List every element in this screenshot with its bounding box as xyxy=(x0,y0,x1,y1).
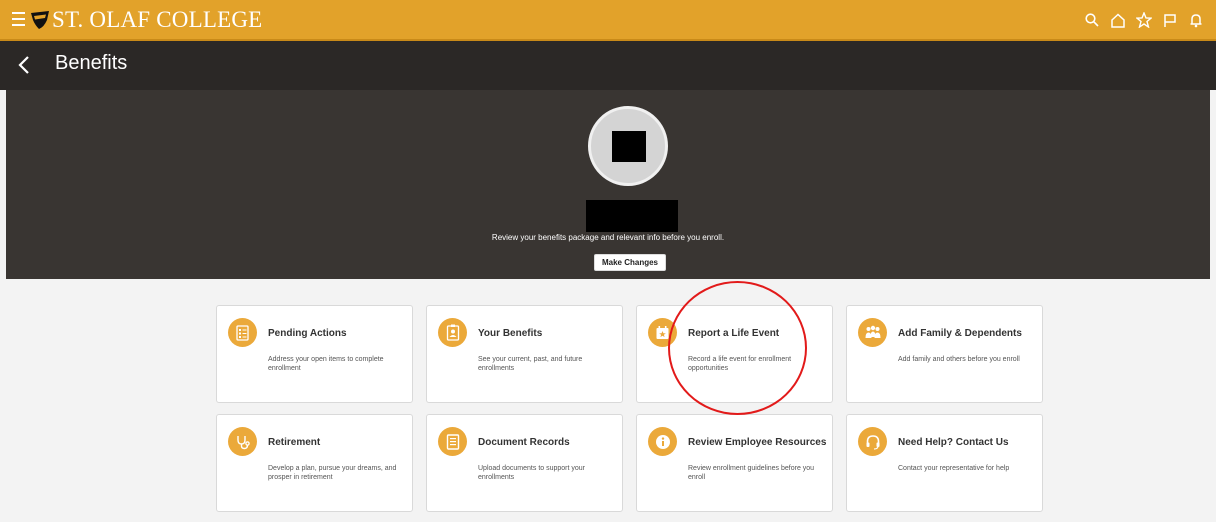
menu-icon[interactable] xyxy=(12,12,25,26)
avatar xyxy=(588,106,668,186)
card-description: Upload documents to support your enrollm… xyxy=(478,465,586,481)
page-header: Benefits xyxy=(0,41,1216,90)
card-title: Pending Actions xyxy=(268,328,347,339)
brand-name[interactable]: ST. OLAF COLLEGE xyxy=(52,7,262,33)
card-description: Record a life event for enrollment oppor… xyxy=(688,356,792,372)
header-actions xyxy=(1082,9,1206,31)
home-icon[interactable] xyxy=(1108,9,1128,31)
card-your-benefits[interactable]: Your Benefits See your current, past, an… xyxy=(426,305,623,403)
id-badge-icon xyxy=(438,318,467,347)
hero-message: Review your benefits package and relevan… xyxy=(491,233,725,242)
shield-logo-icon xyxy=(31,11,49,29)
card-title: Retirement xyxy=(268,437,321,448)
checklist-icon xyxy=(228,318,257,347)
flag-icon[interactable] xyxy=(1160,9,1180,31)
card-title: Your Benefits xyxy=(478,328,543,339)
card-title: Add Family & Dependents xyxy=(898,328,1022,339)
card-description: Add family and others before you enroll xyxy=(898,356,1020,363)
card-title: Document Records xyxy=(478,437,570,448)
make-changes-button[interactable]: Make Changes xyxy=(594,254,666,271)
calendar-star-icon xyxy=(648,318,677,347)
card-pending-actions[interactable]: Pending Actions Address your open items … xyxy=(216,305,413,403)
search-icon[interactable] xyxy=(1082,9,1102,31)
page-title: Benefits xyxy=(55,52,128,74)
card-retirement[interactable]: Retirement Develop a plan, pursue your d… xyxy=(216,414,413,512)
card-add-family[interactable]: Add Family & Dependents Add family and o… xyxy=(846,305,1043,403)
card-employee-resources[interactable]: Review Employee Resources Review enrollm… xyxy=(636,414,833,512)
card-description: See your current, past, and future enrol… xyxy=(478,356,583,372)
card-description: Contact your representative for help xyxy=(898,465,1010,472)
card-description: Review enrollment guidelines before you … xyxy=(688,465,815,481)
profile-hero: Review your benefits package and relevan… xyxy=(6,90,1210,279)
family-icon xyxy=(858,318,887,347)
back-arrow-icon[interactable] xyxy=(14,54,36,76)
card-contact-us[interactable]: Need Help? Contact Us Contact your repre… xyxy=(846,414,1043,512)
card-description: Address your open items to complete enro… xyxy=(268,356,384,372)
card-title: Need Help? Contact Us xyxy=(898,437,1009,448)
headset-icon xyxy=(858,427,887,456)
star-icon[interactable] xyxy=(1134,9,1154,31)
stethoscope-icon xyxy=(228,427,257,456)
redacted-photo xyxy=(612,131,646,162)
card-title: Report a Life Event xyxy=(688,328,780,339)
card-title: Review Employee Resources xyxy=(688,437,827,448)
card-description: Develop a plan, pursue your dreams, and … xyxy=(268,465,397,481)
bell-icon[interactable] xyxy=(1186,9,1206,31)
card-document-records[interactable]: Document Records Upload documents to sup… xyxy=(426,414,623,512)
info-icon xyxy=(648,427,677,456)
card-report-life-event[interactable]: Report a Life Event Record a life event … xyxy=(636,305,833,403)
redacted-name xyxy=(586,200,678,232)
top-bar: ST. OLAF COLLEGE xyxy=(0,0,1216,41)
document-icon xyxy=(438,427,467,456)
